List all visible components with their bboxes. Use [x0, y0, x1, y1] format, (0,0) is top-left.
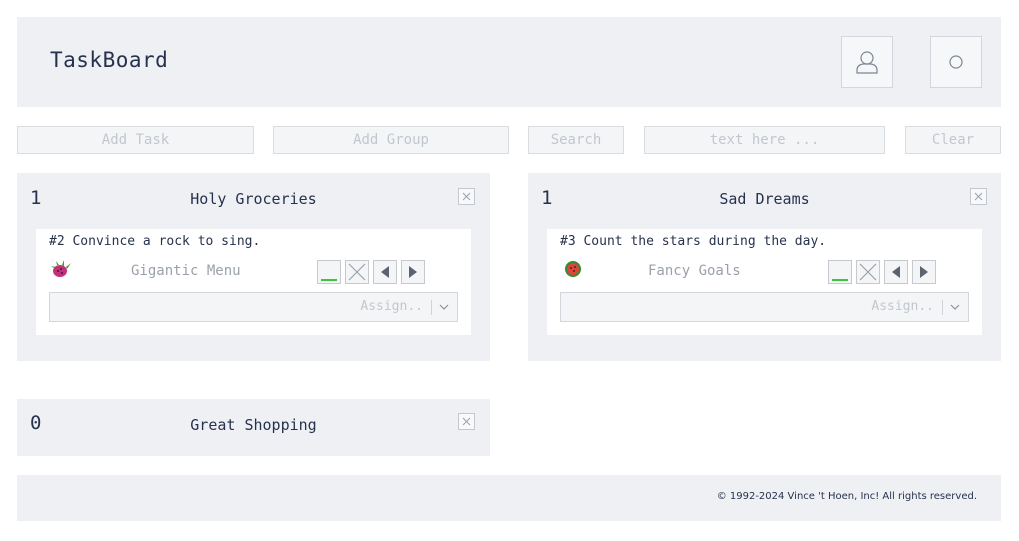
add-task-button[interactable]: Add Task	[17, 126, 254, 154]
assign-placeholder: Assign..	[871, 299, 934, 314]
task-card[interactable]: #3 Count the stars during the day. Fancy…	[547, 229, 982, 335]
close-icon	[348, 263, 366, 281]
delete-button[interactable]	[345, 260, 369, 284]
select-divider	[431, 300, 432, 315]
close-icon	[462, 417, 471, 426]
close-icon	[859, 263, 877, 281]
circle-icon	[949, 55, 963, 69]
complete-button[interactable]	[828, 260, 852, 284]
close-icon	[974, 192, 983, 201]
move-right-button[interactable]	[912, 260, 936, 284]
move-left-button[interactable]	[373, 260, 397, 284]
group-close-button[interactable]	[970, 188, 987, 205]
triangle-right-icon	[920, 266, 928, 278]
clear-button[interactable]: Clear	[905, 126, 1001, 154]
user-button[interactable]	[841, 36, 893, 88]
assign-placeholder: Assign..	[360, 299, 423, 314]
task-subgroup: Fancy Goals	[648, 263, 741, 279]
app-header: TaskBoard	[17, 17, 1001, 107]
dragon-fruit-icon	[51, 260, 71, 277]
underscore-icon	[832, 279, 848, 281]
chevron-down-icon	[948, 298, 962, 316]
assign-select[interactable]: Assign..	[560, 292, 969, 322]
task-subgroup: Gigantic Menu	[131, 263, 241, 279]
group-sad-dreams: 1 Sad Dreams #3 Count the stars during t…	[528, 173, 1001, 361]
close-icon	[462, 192, 471, 201]
search-input[interactable]	[644, 126, 885, 154]
move-left-button[interactable]	[884, 260, 908, 284]
underscore-icon	[321, 279, 337, 281]
triangle-left-icon	[892, 266, 900, 278]
app-title: TaskBoard	[50, 48, 169, 72]
group-close-button[interactable]	[458, 188, 475, 205]
complete-button[interactable]	[317, 260, 341, 284]
search-button[interactable]: Search	[528, 126, 624, 154]
task-card[interactable]: #2 Convince a rock to sing. Gigantic Men…	[36, 229, 471, 335]
group-great-shopping: 0 Great Shopping	[17, 399, 490, 456]
group-title: Great Shopping	[190, 416, 317, 434]
chevron-down-icon	[437, 298, 451, 316]
task-title: #3 Count the stars during the day.	[560, 234, 827, 249]
group-title: Sad Dreams	[719, 190, 810, 208]
assign-select[interactable]: Assign..	[49, 292, 458, 322]
copyright-text: © 1992-2024 Vince 't Hoen, Inc! All righ…	[716, 491, 977, 502]
group-title: Holy Groceries	[190, 190, 317, 208]
triangle-right-icon	[409, 266, 417, 278]
select-divider	[942, 300, 943, 315]
group-close-button[interactable]	[458, 413, 475, 430]
user-icon	[856, 51, 878, 74]
triangle-left-icon	[381, 266, 389, 278]
add-group-button[interactable]: Add Group	[273, 126, 509, 154]
move-right-button[interactable]	[401, 260, 425, 284]
settings-button[interactable]	[930, 36, 982, 88]
delete-button[interactable]	[856, 260, 880, 284]
task-title: #2 Convince a rock to sing.	[49, 234, 261, 249]
app-footer: © 1992-2024 Vince 't Hoen, Inc! All righ…	[17, 475, 1001, 521]
watermelon-icon	[565, 261, 581, 277]
group-holy-groceries: 1 Holy Groceries #2 Convince a rock to s…	[17, 173, 490, 361]
